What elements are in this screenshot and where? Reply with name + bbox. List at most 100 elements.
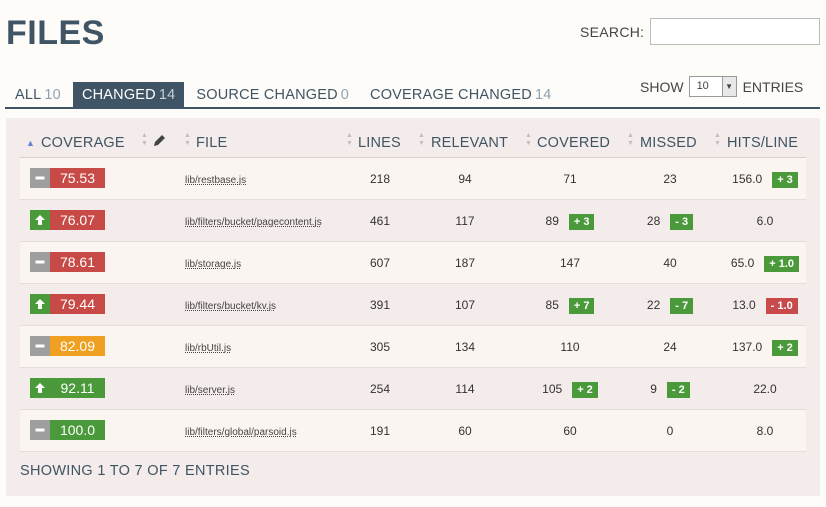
relevant-value-cell: 117 (435, 200, 495, 242)
column-relevant[interactable]: RELEVANT (431, 132, 508, 154)
search-input[interactable] (650, 18, 821, 45)
filter-tabs: ALL 10 CHANGED 14 SOURCE CHANGED 0 COVERAGE CH… (6, 82, 563, 108)
table-row[interactable]: 78.61 lib/storage.js 607 187 147 40 65.0 + 1.0 (20, 242, 806, 284)
covered-value: 60 (563, 424, 577, 438)
coverage-value: 79.44 (50, 294, 105, 314)
table-row[interactable]: 82.09 lib/rbUtil.js 305 134 110 24 137.0 + 2 (20, 326, 806, 368)
hits-value: 8.0 (756, 424, 774, 438)
coverage-value: 92.11 (50, 378, 105, 398)
coverage-badge: 100.0 (30, 420, 105, 440)
hits-value-cell: 137.0 + 2 (705, 326, 825, 368)
lines-value-cell: 305 (355, 326, 405, 368)
sort-coverage-icon[interactable]: ▲ ▼ (141, 132, 149, 154)
hits-value: 156.0 (732, 172, 763, 186)
relevant-value: 117 (455, 214, 475, 228)
file-link[interactable]: lib/server.js (185, 385, 235, 396)
file-link-cell: lib/restbase.js (185, 158, 345, 200)
relevant-value-cell: 114 (435, 368, 495, 410)
page-title: FILES (6, 14, 105, 52)
table-row[interactable]: 76.07 lib/filters/bucket/pagecontent.js 46… (20, 200, 806, 242)
lines-value-cell: 191 (355, 410, 405, 452)
tab-label: COVERAGE CHANGED (370, 87, 532, 103)
sort-hits-icon[interactable]: ▲ ▼ (714, 132, 722, 154)
relevant-value-cell: 60 (435, 410, 495, 452)
search-label: SEARCH: (580, 23, 645, 40)
tab-label: SOURCE CHANGED (196, 87, 338, 103)
relevant-value-cell: 134 (435, 326, 495, 368)
lines-value-cell: 607 (355, 242, 405, 284)
entries-select[interactable]: 10 ▼ (688, 76, 737, 97)
tab-source-changed[interactable]: SOURCE CHANGED 0 (187, 82, 358, 108)
hits-value-cell: 65.0 + 1.0 (705, 242, 825, 284)
hits-value-cell: 22.0 (705, 368, 825, 410)
column-missed[interactable]: MISSED (640, 132, 697, 154)
lines-value: 461 (369, 214, 391, 228)
minus-icon (30, 252, 50, 272)
relevant-value: 107 (454, 298, 476, 312)
coverage-badge: 82.09 (30, 336, 105, 356)
column-hits-line[interactable]: HITS/LINE (727, 132, 798, 154)
sort-asc-icon[interactable]: ▲ (26, 138, 35, 148)
sort-covered-icon[interactable]: ▲ ▼ (525, 132, 533, 154)
column-file[interactable]: FILE (196, 132, 227, 154)
hits-value-cell: 8.0 (705, 410, 825, 452)
entries-select-value: 10 (696, 80, 709, 92)
table-row[interactable]: 75.53 lib/restbase.js 218 94 71 23 156.0 + 3 (20, 158, 806, 200)
file-link[interactable]: lib/rbUtil.js (185, 343, 231, 354)
tab-all[interactable]: ALL 10 (6, 82, 70, 108)
tab-count: 10 (44, 87, 61, 103)
covered-value: 147 (559, 256, 581, 270)
missed-value: 28 (646, 214, 661, 228)
coverage-value: 75.53 (50, 168, 105, 188)
file-link-cell: lib/filters/bucket/pagecontent.js (185, 200, 345, 242)
lines-value: 305 (369, 340, 391, 354)
file-link[interactable]: lib/restbase.js (185, 175, 246, 186)
pencil-icon[interactable] (153, 132, 166, 154)
sort-missed-icon[interactable]: ▲ ▼ (627, 132, 635, 154)
column-covered[interactable]: COVERED (537, 132, 610, 154)
sort-relevant-icon[interactable]: ▲ ▼ (418, 132, 426, 154)
delta-badge: + 2 (572, 381, 598, 398)
search-box: SEARCH: (580, 18, 821, 45)
file-link[interactable]: lib/filters/bucket/pagecontent.js (185, 217, 322, 228)
covered-value: 105 (542, 382, 563, 396)
delta-badge: + 1.0 (764, 255, 800, 272)
table-row[interactable]: 92.11 lib/server.js 254 114 105 + 2 9 - 2 22.0 (20, 368, 806, 410)
chevron-down-icon[interactable]: ▼ (721, 77, 736, 96)
covered-value: 71 (563, 172, 577, 186)
minus-icon (30, 336, 50, 356)
relevant-value: 60 (458, 424, 472, 438)
table-info: SHOWING 1 TO 7 OF 7 ENTRIES (20, 463, 250, 479)
hits-value: 22.0 (753, 382, 777, 396)
covered-value: 85 (545, 298, 559, 312)
delta-badge: - 1.0 (765, 297, 798, 314)
tab-changed[interactable]: CHANGED 14 (72, 82, 185, 108)
lines-value: 391 (369, 298, 391, 312)
show-label: SHOW (640, 78, 684, 95)
coverage-badge: 92.11 (30, 378, 105, 398)
tab-underline (5, 107, 820, 109)
sort-file-icon[interactable]: ▲ ▼ (184, 132, 192, 154)
column-coverage[interactable]: COVERAGE (41, 132, 125, 154)
table-row[interactable]: 100.0 lib/filters/global/parsoid.js 191 60 6… (20, 410, 806, 452)
tab-label: ALL (15, 87, 42, 103)
hits-value: 13.0 (732, 298, 756, 312)
file-link-cell: lib/server.js (185, 368, 345, 410)
coverage-value: 100.0 (50, 420, 105, 440)
file-link-cell: lib/filters/bucket/kv.js (185, 284, 345, 326)
sort-lines-icon[interactable]: ▲ ▼ (346, 132, 354, 154)
relevant-value: 94 (458, 172, 472, 186)
column-lines[interactable]: LINES (358, 132, 401, 154)
tab-coverage-changed[interactable]: COVERAGE CHANGED 14 (361, 82, 560, 108)
relevant-value-cell: 94 (435, 158, 495, 200)
file-link[interactable]: lib/filters/bucket/kv.js (185, 301, 276, 312)
file-link[interactable]: lib/storage.js (185, 259, 241, 270)
file-link-cell: lib/rbUtil.js (185, 326, 345, 368)
table-row[interactable]: 79.44 lib/filters/bucket/kv.js 391 107 85 + 7… (20, 284, 806, 326)
hits-value: 6.0 (756, 214, 774, 228)
hits-value-cell: 6.0 (705, 200, 825, 242)
file-link[interactable]: lib/filters/global/parsoid.js (185, 427, 297, 438)
coverage-badge: 75.53 (30, 168, 105, 188)
coverage-badge: 76.07 (30, 210, 105, 230)
delta-badge: + 7 (568, 297, 595, 314)
